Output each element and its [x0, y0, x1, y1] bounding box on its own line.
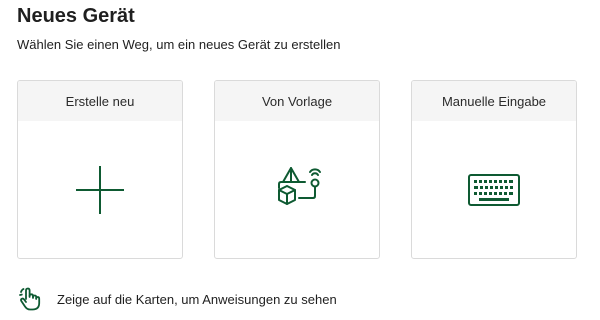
- plus-icon: [76, 165, 124, 214]
- keyboard-icon: [468, 173, 520, 206]
- from-template-card[interactable]: Von Vorlage: [214, 80, 380, 259]
- card-title: Manuelle Eingabe: [412, 81, 576, 121]
- create-new-card[interactable]: Erstelle neu: [17, 80, 183, 259]
- card-body: [18, 121, 182, 258]
- new-device-page: Neues Gerät Wählen Sie einen Weg, um ein…: [0, 0, 600, 320]
- page-subtitle: Wählen Sie einen Weg, um ein neues Gerät…: [17, 37, 341, 52]
- creation-options: Erstelle neu Von Vorlage Manuelle Eingab…: [17, 80, 580, 261]
- card-body: [412, 121, 576, 258]
- card-title: Von Vorlage: [215, 81, 379, 121]
- card-body: [215, 121, 379, 258]
- hint-row: Zeige auf die Karten, um Anweisungen zu …: [17, 286, 337, 312]
- pointing-hand-icon: [19, 287, 41, 311]
- page-title: Neues Gerät: [17, 5, 135, 27]
- manual-input-card[interactable]: Manuelle Eingabe: [411, 80, 577, 259]
- template-flow-icon: [278, 166, 321, 205]
- card-title: Erstelle neu: [18, 81, 182, 121]
- hint-text: Zeige auf die Karten, um Anweisungen zu …: [57, 291, 337, 307]
